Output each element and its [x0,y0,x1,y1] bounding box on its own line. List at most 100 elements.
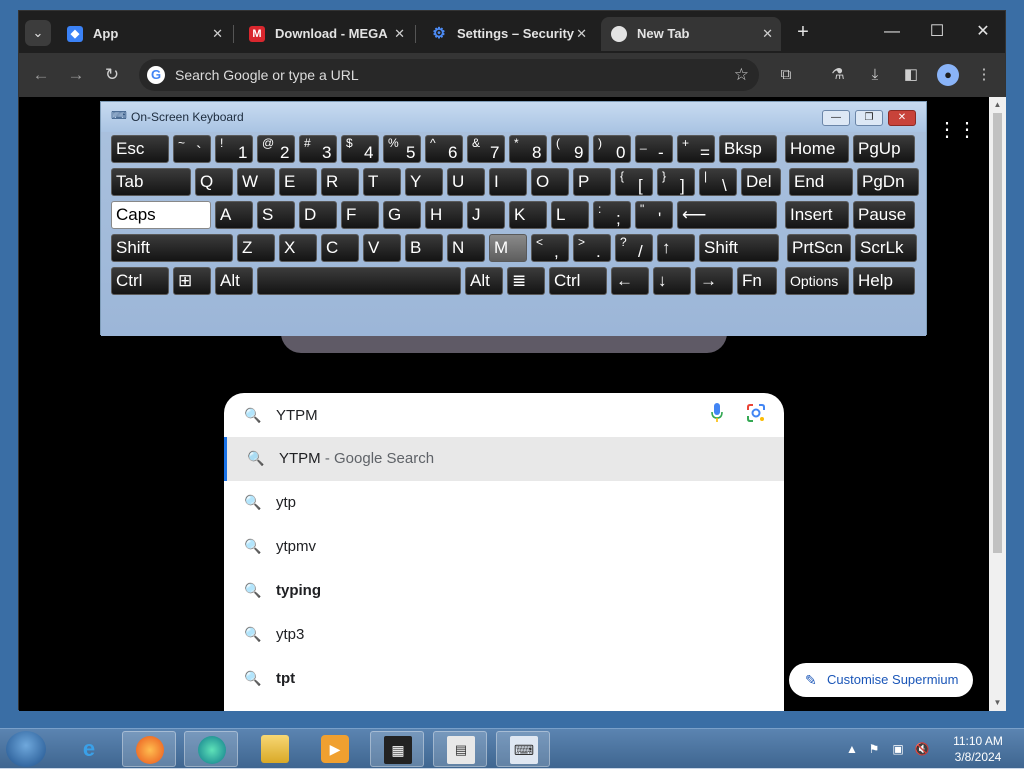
key-symbol[interactable]: <, [531,234,569,262]
key-bksp[interactable]: Bksp [719,135,777,163]
reload-button[interactable]: ↻ [100,63,124,87]
key-f[interactable]: F [341,201,379,229]
key-2[interactable]: @2 [257,135,295,163]
key-j[interactable]: J [467,201,505,229]
key-b[interactable]: B [405,234,443,262]
tab-settings-security[interactable]: ⚙ Settings – Security ✕ [421,17,595,51]
key-symbol[interactable]: ⟵ [677,201,777,229]
scrollbar[interactable]: ▲ ▼ [989,97,1006,711]
key-n[interactable]: N [447,234,485,262]
maximize-button[interactable]: ☐ [922,19,952,45]
scroll-thumb[interactable] [993,113,1002,553]
extensions-icon[interactable]: ⧉ [775,64,797,86]
download-icon[interactable]: ⤓ [864,64,886,86]
key-t[interactable]: T [363,168,401,196]
osk-close-button[interactable]: ✕ [888,110,916,126]
taskbar-explorer[interactable] [248,731,302,767]
key-7[interactable]: & 7 [467,135,505,163]
close-window-button[interactable]: ✕ [968,19,998,45]
key-tab[interactable]: Tab [111,168,191,196]
close-icon[interactable]: ✕ [576,17,587,51]
suggestion-item[interactable]: 🔍 ytp [224,481,784,525]
key-w[interactable]: W [237,168,275,196]
taskbar-notepad[interactable]: ▤ [433,731,487,767]
key-caps[interactable]: Caps [111,201,211,229]
taskbar-edge[interactable] [184,731,238,767]
suggestion-item[interactable]: 🔍 ytp3 [224,613,784,657]
key-m[interactable]: M [489,234,527,262]
key-symbol[interactable]: ↑ [657,234,695,262]
key-help[interactable]: Help [853,267,915,295]
tab-mega[interactable]: M Download - MEGA ✕ [239,17,413,51]
key-alt[interactable]: Alt [465,267,503,295]
key-symbol[interactable]: ? / [615,234,653,262]
key-r[interactable]: R [321,168,359,196]
address-bar[interactable]: G Search Google or type a URL ☆ [139,59,759,91]
key-a[interactable]: A [215,201,253,229]
microphone-icon[interactable] [710,402,724,424]
key-shift[interactable]: Shift [111,234,233,262]
apps-grid-icon[interactable]: ⋮⋮ [937,119,977,141]
key-shift[interactable]: Shift [699,234,779,262]
google-lens-icon[interactable] [746,403,766,423]
key-d[interactable]: D [299,201,337,229]
taskbar-ie[interactable]: e [62,731,116,767]
key-5[interactable]: % 5 [383,135,421,163]
key-symbol[interactable]: :; [593,201,631,229]
back-button[interactable]: ← [29,63,53,87]
taskbar-keyboard[interactable]: ⌨ [496,731,550,767]
key-symbol[interactable]: }] [657,168,695,196]
suggestion-item[interactable]: 🔍 tpt [224,657,784,701]
search-input[interactable]: YTPM [276,407,318,424]
new-tab-button[interactable]: + [791,21,815,45]
suggestion-item[interactable]: 🔍 typing [224,569,784,613]
volume-muted-icon[interactable]: 🔇 [914,741,930,757]
key-fn[interactable]: Fn [737,267,777,295]
forward-button[interactable]: → [64,63,88,87]
key-scrlk[interactable]: ScrLk [855,234,917,262]
key-symbol[interactable]: + = [677,135,715,163]
flag-icon[interactable]: ⚑ [866,741,882,757]
start-button[interactable] [6,731,46,767]
key-l[interactable]: L [551,201,589,229]
key-s[interactable]: S [257,201,295,229]
key-c[interactable]: C [321,234,359,262]
key-z[interactable]: Z [237,234,275,262]
key-9[interactable]: (9 [551,135,589,163]
key-pgdn[interactable]: PgDn [857,168,919,196]
key-symbol[interactable]: | \ [699,168,737,196]
key-end[interactable]: End [789,168,853,196]
clock[interactable]: 11:10 AM 3/8/2024 [940,733,1016,765]
close-icon[interactable]: ✕ [212,17,223,51]
key-o[interactable]: O [531,168,569,196]
tab-app[interactable]: ◆ App ✕ [57,17,231,51]
suggestion-item[interactable]: 🔍 ytpmv [224,525,784,569]
taskbar-media-player[interactable]: ▶ [308,731,362,767]
key-u[interactable]: U [447,168,485,196]
labs-icon[interactable]: ⚗ [827,64,849,86]
key-i[interactable]: I [489,168,527,196]
key-pgup[interactable]: PgUp [853,135,915,163]
key-symbol[interactable]: → [695,267,733,295]
key-g[interactable]: G [383,201,421,229]
key-4[interactable]: $4 [341,135,379,163]
key-ctrl[interactable]: Ctrl [111,267,169,295]
key-home[interactable]: Home [785,135,849,163]
profile-avatar[interactable]: ● [937,64,959,86]
key-x[interactable]: X [279,234,317,262]
taskbar-film[interactable]: ▦ [370,731,424,767]
key-symbol[interactable]: {[ [615,168,653,196]
key-space[interactable] [257,267,461,295]
key-symbol[interactable]: ⊞ [173,267,211,295]
key-v[interactable]: V [363,234,401,262]
tab-search-button[interactable]: ⌄ [25,20,51,46]
scroll-down-icon[interactable]: ▼ [992,697,1003,709]
side-panel-icon[interactable]: ◧ [900,64,922,86]
key-symbol[interactable]: ← [611,267,649,295]
key-p[interactable]: P [573,168,611,196]
key-symbol[interactable]: " ' [635,201,673,229]
key-symbol[interactable]: ≣ [507,267,545,295]
taskbar-firefox[interactable] [122,731,176,767]
key-insert[interactable]: Insert [785,201,849,229]
osk-restore-button[interactable]: ❐ [855,110,883,126]
